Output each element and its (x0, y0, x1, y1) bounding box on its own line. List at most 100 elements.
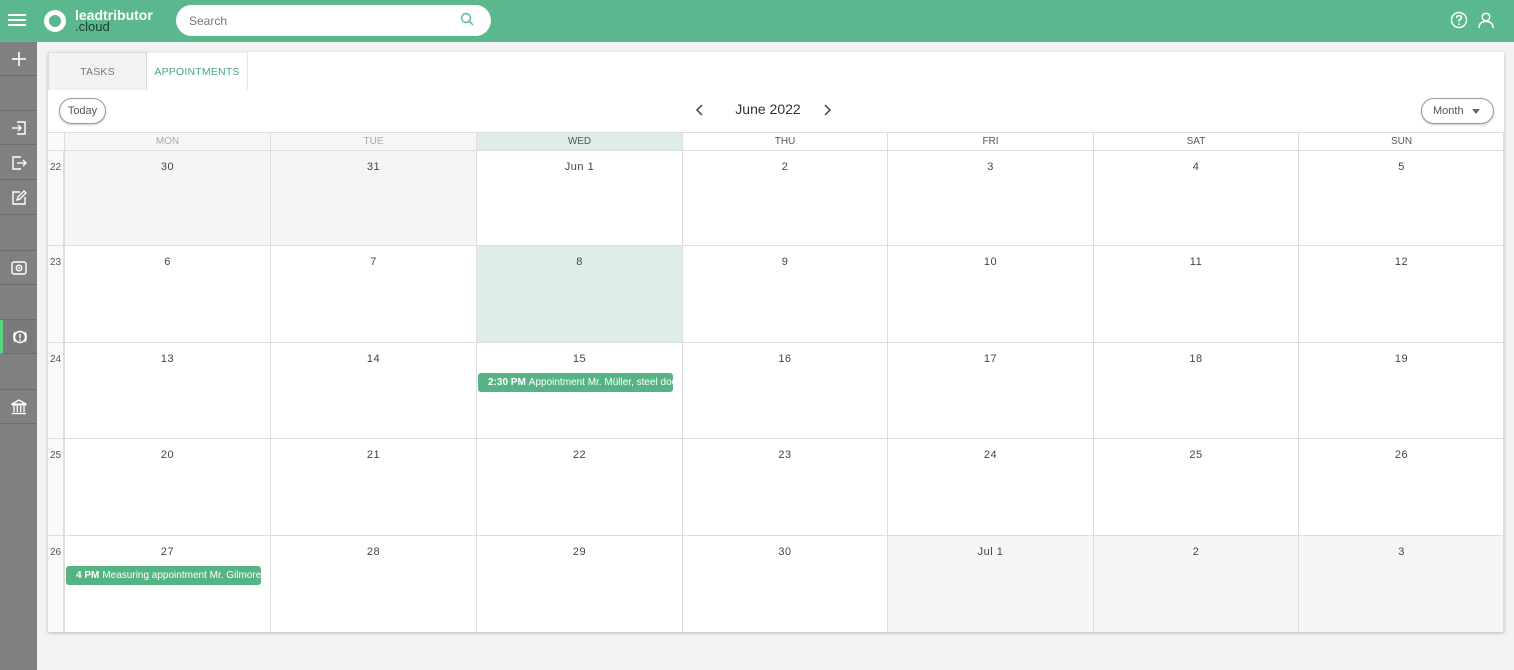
weekday-header-thu: THU (682, 132, 887, 150)
day-number[interactable]: 9 (683, 256, 887, 268)
weekday-header-wed: WED (476, 132, 682, 150)
day-number[interactable]: 27 (65, 546, 270, 558)
chevron-right-icon[interactable] (819, 102, 835, 118)
today-button[interactable]: Today (59, 98, 106, 124)
day-cell[interactable]: 25 (1093, 439, 1298, 535)
day-number[interactable]: Jul 1 (888, 546, 1093, 558)
sidebar-item-add[interactable] (0, 42, 37, 76)
day-cell[interactable]: 18 (1093, 343, 1298, 438)
day-cell[interactable]: 16 (682, 343, 887, 438)
day-cell[interactable]: 9 (682, 246, 887, 342)
day-number[interactable]: 16 (683, 353, 887, 365)
day-cell[interactable]: 30 (64, 151, 270, 245)
day-cell[interactable]: 4 (1093, 151, 1298, 245)
day-cell[interactable]: 22 (476, 439, 682, 535)
sidebar-item-edit[interactable] (0, 181, 37, 215)
month-grid: MON TUE WED THU FRI SAT SUN 22 30 31 Jun 1 2 3 4 5 23 6… (48, 132, 1504, 632)
day-number[interactable]: 29 (477, 546, 682, 558)
day-number[interactable]: 3 (1299, 546, 1504, 558)
day-cell[interactable]: 20 (64, 439, 270, 535)
tab-appointments[interactable]: APPOINTMENTS (147, 52, 248, 90)
day-number[interactable]: 15 (477, 353, 682, 365)
day-number[interactable]: 24 (888, 449, 1093, 461)
day-number[interactable]: Jun 1 (477, 161, 682, 173)
day-cell[interactable]: 11 (1093, 246, 1298, 342)
day-number[interactable]: 5 (1299, 161, 1504, 173)
day-number[interactable]: 6 (65, 256, 270, 268)
day-cell[interactable]: 3 (887, 151, 1093, 245)
day-number[interactable]: 12 (1299, 256, 1504, 268)
day-cell[interactable]: 31 (270, 151, 476, 245)
calendar-card: TASKS APPOINTMENTS Today June 2022 Month… (48, 52, 1504, 632)
event-chip[interactable]: 4 PM Measuring appointment Mr. Gilmore (66, 566, 261, 585)
day-cell[interactable]: 6 (64, 246, 270, 342)
day-number[interactable]: 28 (271, 546, 476, 558)
day-cell[interactable]: 30 (682, 536, 887, 632)
day-cell[interactable]: 2 (1093, 536, 1298, 632)
sidebar-item-export[interactable] (0, 146, 37, 180)
weekday-header: MON TUE WED THU FRI SAT SUN (48, 132, 1504, 150)
day-number[interactable]: 13 (65, 353, 270, 365)
day-cell[interactable]: 29 (476, 536, 682, 632)
sidebar-item-import[interactable] (0, 111, 37, 145)
day-number[interactable]: 31 (271, 161, 476, 173)
search-icon[interactable] (460, 12, 474, 26)
day-number[interactable]: 20 (65, 449, 270, 461)
sidebar-item-view[interactable] (0, 251, 37, 285)
day-number[interactable]: 18 (1094, 353, 1298, 365)
day-cell[interactable]: 27 4 PM Measuring appointment Mr. Gilmore (64, 536, 270, 632)
view-select[interactable]: Month (1421, 98, 1494, 124)
day-cell[interactable]: 5 (1298, 151, 1504, 245)
day-cell[interactable]: 2 (682, 151, 887, 245)
tab-tasks[interactable]: TASKS (48, 52, 147, 90)
hamburger-icon[interactable] (8, 11, 26, 29)
day-cell[interactable]: 24 (887, 439, 1093, 535)
help-icon[interactable] (1450, 11, 1468, 29)
day-number[interactable]: 25 (1094, 449, 1298, 461)
day-number[interactable]: 8 (477, 256, 682, 268)
chevron-left-icon[interactable] (692, 102, 708, 118)
day-number[interactable]: 14 (271, 353, 476, 365)
day-number[interactable]: 2 (1094, 546, 1298, 558)
day-number[interactable]: 2 (683, 161, 887, 173)
logo[interactable]: leadtributor .cloud (44, 7, 153, 35)
login-icon (11, 120, 26, 135)
day-number[interactable]: 26 (1299, 449, 1504, 461)
day-cell[interactable]: 12 (1298, 246, 1504, 342)
search-input[interactable] (189, 11, 449, 30)
day-cell[interactable]: 15 2:30 PM Appointment Mr. Müller, steel d… (476, 343, 682, 438)
day-number[interactable]: 22 (477, 449, 682, 461)
sidebar-item-archive[interactable] (0, 390, 37, 424)
day-number[interactable]: 30 (683, 546, 887, 558)
day-number[interactable]: 19 (1299, 353, 1504, 365)
day-cell[interactable]: 13 (64, 343, 270, 438)
day-cell[interactable]: Jul 1 (887, 536, 1093, 632)
day-number[interactable]: 30 (65, 161, 270, 173)
day-number[interactable]: 21 (271, 449, 476, 461)
sidebar-item-appointments[interactable] (0, 320, 37, 354)
day-number[interactable]: 3 (888, 161, 1093, 173)
day-cell[interactable]: 23 (682, 439, 887, 535)
top-bar: leadtributor .cloud (0, 0, 1514, 42)
event-chip[interactable]: 2:30 PM Appointment Mr. Müller, steel doo… (478, 373, 673, 392)
day-cell[interactable]: 10 (887, 246, 1093, 342)
day-cell[interactable]: 3 (1298, 536, 1504, 632)
day-cell[interactable]: 8 (476, 246, 682, 342)
day-cell[interactable]: 7 (270, 246, 476, 342)
day-cell[interactable]: 26 (1298, 439, 1504, 535)
day-cell[interactable]: Jun 1 (476, 151, 682, 245)
week-number: 25 (48, 439, 64, 535)
day-cell[interactable]: 21 (270, 439, 476, 535)
day-number[interactable]: 11 (1094, 256, 1298, 268)
day-cell[interactable]: 17 (887, 343, 1093, 438)
day-cell[interactable]: 14 (270, 343, 476, 438)
day-number[interactable]: 17 (888, 353, 1093, 365)
day-number[interactable]: 7 (271, 256, 476, 268)
user-icon[interactable] (1477, 11, 1495, 29)
day-number[interactable]: 4 (1094, 161, 1298, 173)
day-cell[interactable]: 28 (270, 536, 476, 632)
day-cell[interactable]: 19 (1298, 343, 1504, 438)
day-number[interactable]: 23 (683, 449, 887, 461)
day-number[interactable]: 10 (888, 256, 1093, 268)
week-row: 22 30 31 Jun 12345 (48, 150, 1504, 245)
